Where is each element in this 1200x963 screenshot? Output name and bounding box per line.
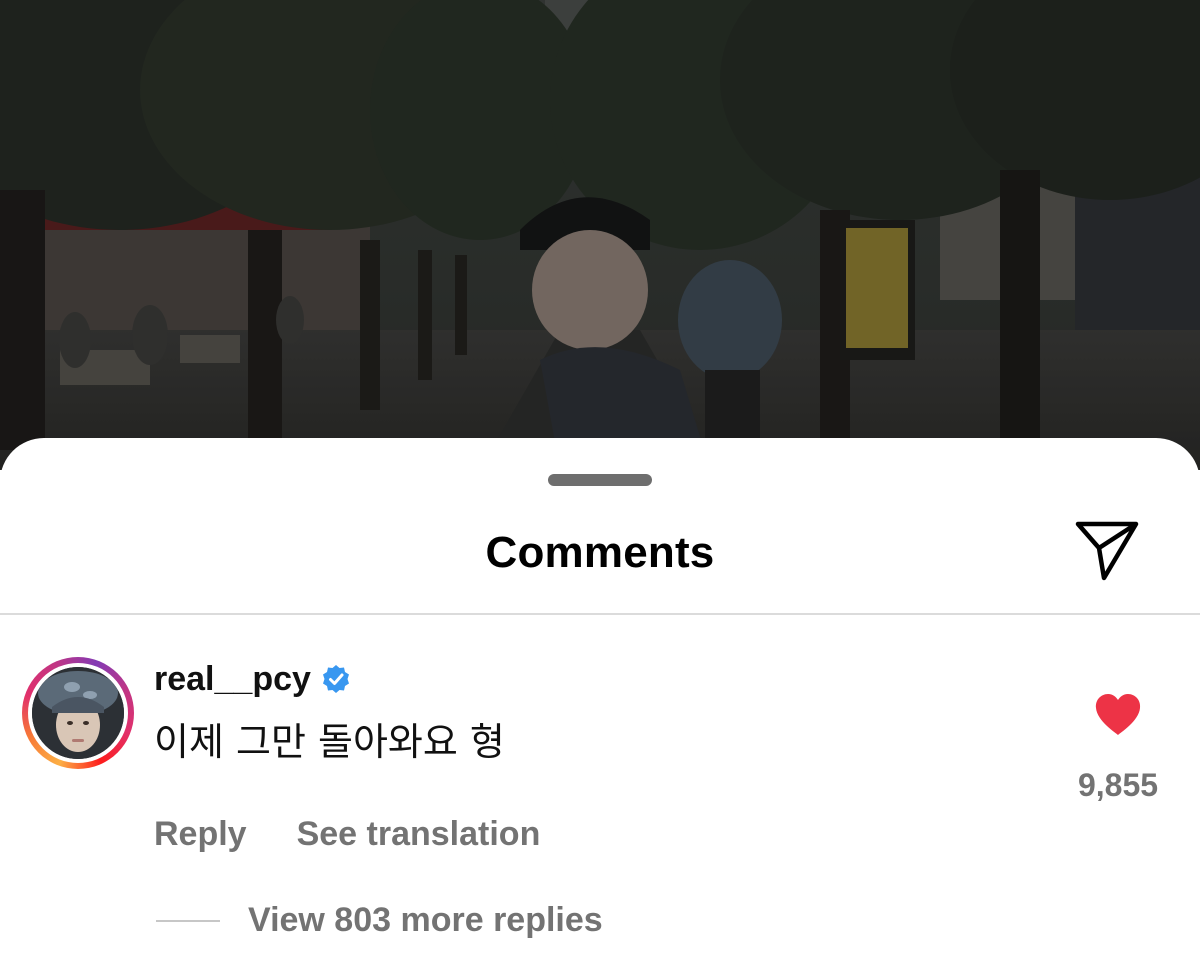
sheet-title: Comments xyxy=(485,528,715,577)
like-area: 9,855 xyxy=(1072,693,1164,804)
replies-line xyxy=(156,919,220,922)
paper-plane-icon xyxy=(1075,521,1139,581)
post-photo xyxy=(0,0,1200,470)
sheet-grabber[interactable] xyxy=(548,474,652,486)
comment-actions: Reply See translation xyxy=(154,815,540,854)
username-row: real__pcy xyxy=(154,659,351,699)
avatar xyxy=(32,667,124,759)
view-replies-label: View 803 more replies xyxy=(248,901,603,939)
comment-item: real__pcy 이제 그만 돌아와요 형 Reply See transla… xyxy=(0,615,1200,963)
see-translation-button[interactable]: See translation xyxy=(297,815,541,854)
comments-sheet: Comments real__pcy 이제 그만 돌아와요 형 Reply Se… xyxy=(0,438,1200,963)
share-button[interactable] xyxy=(1074,516,1142,584)
comment-text: 이제 그만 돌아와요 형 xyxy=(154,720,505,764)
view-replies-button[interactable]: View 803 more replies xyxy=(156,901,603,940)
heart-icon[interactable] xyxy=(1094,693,1142,737)
sheet-header: Comments xyxy=(0,516,1200,612)
screen: Comments real__pcy 이제 그만 돌아와요 형 Reply Se… xyxy=(0,0,1200,963)
reply-button[interactable]: Reply xyxy=(154,815,247,854)
verified-badge-icon xyxy=(322,665,349,693)
avatar-story-ring[interactable] xyxy=(22,657,134,769)
username[interactable]: real__pcy xyxy=(154,660,311,699)
like-count: 9,855 xyxy=(1077,767,1159,803)
